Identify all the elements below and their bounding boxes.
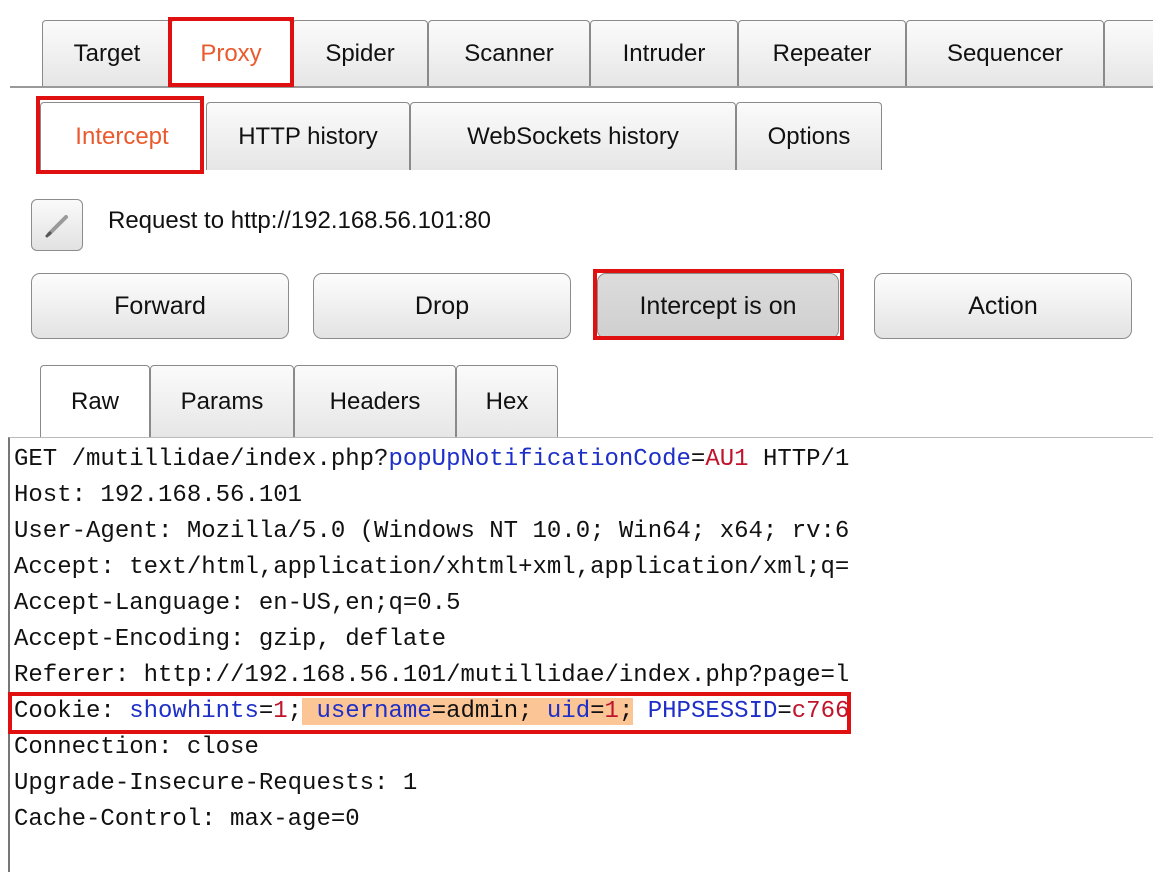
tab-intercept[interactable]: Intercept <box>40 102 204 170</box>
request-line: GET /mutillidae/index.php?popUpNotificat… <box>14 446 850 473</box>
tab-repeater[interactable]: Repeater <box>738 20 906 86</box>
tab-sequencer[interactable]: Sequencer <box>906 20 1104 86</box>
tab-hex[interactable]: Hex <box>456 365 558 437</box>
main-tab-bar: Target Proxy Spider Scanner Intruder Rep… <box>0 0 1153 91</box>
proxy-sub-tab-bar: Intercept HTTP history WebSockets histor… <box>0 91 1153 175</box>
tab-intruder[interactable]: Intruder <box>590 20 738 86</box>
cookie-highlight: username=admin; uid=1; <box>302 698 634 725</box>
header-accept-encoding: Accept-Encoding: gzip, deflate <box>14 626 447 653</box>
request-target-label: Request to http://192.168.56.101:80 <box>108 207 491 234</box>
drop-button[interactable]: Drop <box>313 273 571 339</box>
header-cache-control: Cache-Control: max-age=0 <box>14 806 360 833</box>
pencil-icon <box>45 215 68 238</box>
tab-raw[interactable]: Raw <box>40 365 150 437</box>
header-connection: Connection: close <box>14 734 259 761</box>
header-user-agent: User-Agent: Mozilla/5.0 (Windows NT 10.0… <box>14 518 850 545</box>
tab-headers[interactable]: Headers <box>294 365 456 437</box>
tab-bar-divider <box>10 86 1153 88</box>
header-cookie: Cookie: showhints=1; username=admin; uid… <box>14 698 850 725</box>
tab-proxy[interactable]: Proxy <box>170 20 292 86</box>
param-value: AU1 <box>705 446 749 473</box>
tab-overflow[interactable] <box>1104 20 1153 86</box>
param-name: popUpNotificationCode <box>388 446 691 473</box>
tab-spider[interactable]: Spider <box>292 20 428 86</box>
tab-scanner[interactable]: Scanner <box>428 20 590 86</box>
header-upgrade-insecure-requests: Upgrade-Insecure-Requests: 1 <box>14 770 418 797</box>
forward-button[interactable]: Forward <box>31 273 289 339</box>
header-host: Host: 192.168.56.101 <box>14 482 303 509</box>
header-referer: Referer: http://192.168.56.101/mutillida… <box>14 662 850 689</box>
action-button[interactable]: Action <box>874 273 1132 339</box>
header-accept-language: Accept-Language: en-US,en;q=0.5 <box>14 590 461 617</box>
tab-target[interactable]: Target <box>42 20 172 86</box>
intercept-toggle-button[interactable]: Intercept is on <box>597 273 839 339</box>
tab-http-history[interactable]: HTTP history <box>206 102 410 170</box>
header-accept: Accept: text/html,application/xhtml+xml,… <box>14 554 850 581</box>
tab-params[interactable]: Params <box>150 365 294 437</box>
tab-options[interactable]: Options <box>736 102 882 170</box>
edit-request-button[interactable] <box>31 199 83 251</box>
tab-websockets-history[interactable]: WebSockets history <box>410 102 736 170</box>
raw-request-editor[interactable]: GET /mutillidae/index.php?popUpNotificat… <box>8 437 1153 872</box>
